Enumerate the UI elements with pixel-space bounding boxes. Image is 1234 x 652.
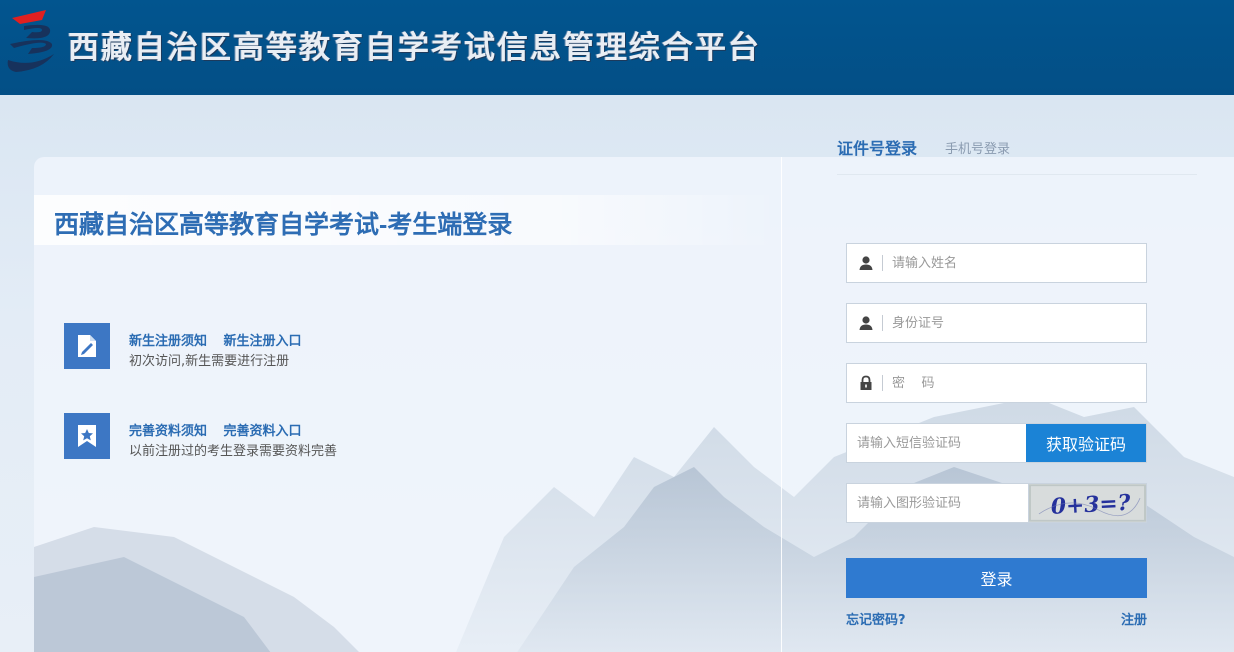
site-title: 西藏自治区高等教育自学考试信息管理综合平台 bbox=[68, 30, 761, 66]
field-separator bbox=[882, 375, 883, 391]
panel-divider bbox=[781, 157, 782, 652]
profile-complete-link[interactable]: 完善资料入口 bbox=[224, 424, 302, 439]
profile-notice-link[interactable]: 完善资料须知 bbox=[129, 424, 207, 439]
logo-icon bbox=[7, 10, 54, 72]
field-separator bbox=[882, 255, 883, 271]
password-field bbox=[846, 363, 1147, 403]
field-separator bbox=[882, 315, 883, 331]
notice-complete-profile: 完善资料须知 完善资料入口 以前注册过的考生登录需要资料完善 bbox=[64, 413, 564, 459]
new-student-register-link[interactable]: 新生注册入口 bbox=[224, 334, 302, 349]
tab-id-login[interactable]: 证件号登录 bbox=[837, 135, 917, 159]
lock-icon bbox=[860, 375, 872, 390]
notice-new-student: 新生注册须知 新生注册入口 初次访问,新生需要进行注册 bbox=[64, 323, 564, 369]
user-icon bbox=[859, 256, 873, 270]
user-icon bbox=[859, 316, 873, 330]
id-field bbox=[846, 303, 1147, 343]
tab-phone-login[interactable]: 手机号登录 bbox=[945, 138, 1010, 157]
main-stage: 西藏自治区高等教育自学考试-考生端登录 新生注册须知 新生注册入口 初次访问,新… bbox=[0, 95, 1234, 652]
profile-desc: 以前注册过的考生登录需要资料完善 bbox=[129, 444, 338, 459]
id-number-input[interactable] bbox=[892, 312, 1137, 334]
new-student-desc: 初次访问,新生需要进行注册 bbox=[129, 354, 290, 369]
captcha-field: 0+3=? bbox=[846, 483, 1147, 523]
captcha-image[interactable]: 0+3=? bbox=[1028, 484, 1146, 522]
password-input[interactable] bbox=[892, 372, 1137, 394]
edit-document-icon bbox=[64, 323, 110, 369]
get-sms-code-button[interactable]: 获取验证码 bbox=[1026, 424, 1146, 462]
top-header: 西藏自治区高等教育自学考试信息管理综合平台 bbox=[0, 0, 1234, 95]
name-input[interactable] bbox=[892, 252, 1137, 274]
login-button[interactable]: 登录 bbox=[846, 558, 1147, 598]
captcha-input[interactable] bbox=[857, 492, 1027, 514]
register-link[interactable]: 注册 bbox=[1121, 609, 1147, 628]
forgot-password-link[interactable]: 忘记密码? bbox=[846, 609, 906, 628]
page-title: 西藏自治区高等教育自学考试-考生端登录 bbox=[54, 211, 513, 239]
sms-code-field: 获取验证码 bbox=[846, 423, 1147, 463]
bookmark-star-icon bbox=[64, 413, 110, 459]
login-tabs: 证件号登录 手机号登录 bbox=[837, 135, 1197, 175]
name-field bbox=[846, 243, 1147, 283]
sms-code-input[interactable] bbox=[857, 432, 1027, 454]
new-student-notice-link[interactable]: 新生注册须知 bbox=[129, 334, 207, 349]
